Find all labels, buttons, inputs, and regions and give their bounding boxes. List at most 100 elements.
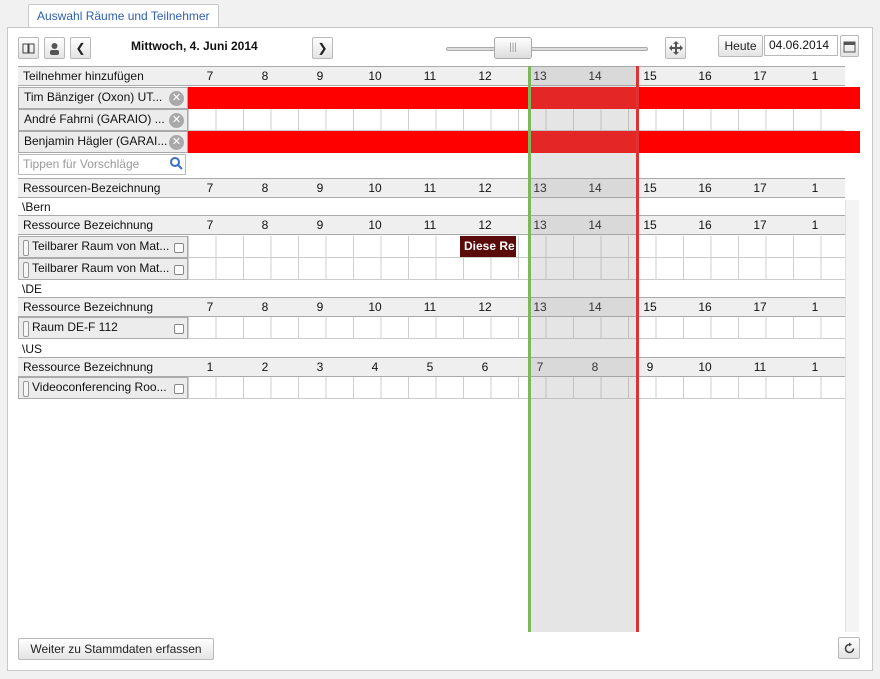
hour-label: 11 <box>753 360 767 374</box>
resource-name[interactable]: Raum DE-F 112 <box>18 317 188 339</box>
resource-checkbox[interactable] <box>174 243 184 253</box>
resources-header: Ressourcen-Bezeichnung 7 8 9 10 11 12 13… <box>18 178 845 198</box>
hour-label: 10 <box>368 181 382 195</box>
chevron-right-icon: ❯ <box>317 41 328 55</box>
group-label-us: \US <box>22 342 43 356</box>
date-title: Mittwoch, 4. Juni 2014 <box>131 39 258 53</box>
hour-label: 6 <box>481 360 489 374</box>
timeline-grid[interactable] <box>188 377 845 399</box>
hour-label: 15 <box>643 300 657 314</box>
refresh-icon[interactable] <box>838 637 860 659</box>
selection-start-line[interactable] <box>528 66 531 632</box>
hour-label: 15 <box>643 181 657 195</box>
participant-name[interactable]: André Fahrni (GARAIO) ... ✕ <box>18 109 188 131</box>
group-header: Ressource Bezeichnung 7 8 9 10 11 12 13 … <box>18 215 845 235</box>
next-step-button[interactable]: Weiter zu Stammdaten erfassen <box>18 638 214 660</box>
hour-label: 1 <box>811 360 819 374</box>
move-icon[interactable] <box>665 37 686 59</box>
drag-handle[interactable] <box>23 321 29 337</box>
time-selection[interactable] <box>529 66 639 632</box>
resource-row: Teilbarer Raum von Mat... <box>18 236 845 258</box>
selection-end-line[interactable] <box>636 66 639 632</box>
participant-row: Tim Bänziger (Oxon) UT... ✕ <box>18 87 860 109</box>
resource-name[interactable]: Videoconferencing Roo... <box>18 377 188 399</box>
tab-rooms-participants[interactable]: Auswahl Räume und Teilnehmer <box>28 4 219 28</box>
calendar-icon[interactable] <box>840 35 859 57</box>
drag-handle[interactable] <box>23 381 29 397</box>
remove-icon[interactable]: ✕ <box>169 91 184 106</box>
hour-label: 9 <box>316 69 324 83</box>
hour-label: 11 <box>423 218 437 232</box>
previous-day-button[interactable]: ❮ <box>70 37 91 59</box>
busy-bar <box>188 131 860 153</box>
resource-header-label: Ressource Bezeichnung <box>23 218 154 232</box>
resource-row: Teilbarer Raum von Mat... <box>18 258 845 280</box>
group-label-bern: \Bern <box>22 200 51 214</box>
participant-search-input[interactable]: Tippen für Vorschläge <box>18 154 186 175</box>
hour-label: 8 <box>261 181 269 195</box>
remove-icon[interactable]: ✕ <box>169 135 184 150</box>
date-input[interactable]: 04.06.2014 <box>764 35 838 56</box>
chevron-left-icon: ❮ <box>75 41 86 55</box>
hour-label: 10 <box>368 300 382 314</box>
hour-label: 7 <box>206 181 214 195</box>
hour-label: 2 <box>261 360 269 374</box>
hour-label: 17 <box>753 69 767 83</box>
hour-scale: 1 2 3 4 5 6 7 8 9 10 11 1 <box>188 358 845 376</box>
slider-thumb[interactable]: ||| <box>494 37 532 59</box>
hour-label: 10 <box>368 218 382 232</box>
zoom-slider[interactable]: ||| <box>440 37 654 59</box>
vertical-scrollbar[interactable] <box>845 200 859 632</box>
resource-name[interactable]: Teilbarer Raum von Mat... <box>18 236 188 258</box>
hour-label: 8 <box>261 69 269 83</box>
hour-label: 9 <box>316 181 324 195</box>
today-button[interactable]: Heute <box>718 35 763 57</box>
participant-row: Benjamin Hägler (GARAI... ✕ <box>18 131 860 153</box>
resource-row: Raum DE-F 112 <box>18 317 845 339</box>
group-label-de: \DE <box>22 282 43 296</box>
hour-label: 8 <box>261 218 269 232</box>
person-icon[interactable] <box>44 37 65 59</box>
book-icon[interactable] <box>18 37 39 59</box>
hour-label: 7 <box>206 300 214 314</box>
group-header: Ressource Bezeichnung 7 8 9 10 11 12 13 … <box>18 297 845 317</box>
participant-row: André Fahrni (GARAIO) ... ✕ <box>18 109 845 131</box>
timeline-grid[interactable] <box>188 109 845 131</box>
drag-handle[interactable] <box>23 240 29 256</box>
hour-label: 15 <box>643 69 657 83</box>
hour-label: 10 <box>698 360 712 374</box>
participant-name[interactable]: Tim Bänziger (Oxon) UT... ✕ <box>18 87 188 109</box>
hour-label: 17 <box>753 181 767 195</box>
resource-row: Videoconferencing Roo... <box>18 377 845 399</box>
hour-scale: 7 8 9 10 11 12 13 14 15 16 17 1 <box>188 298 845 316</box>
hour-label: 16 <box>698 69 712 83</box>
hour-label: 7 <box>206 69 214 83</box>
participants-header: Teilnehmer hinzufügen 7 8 9 10 11 12 13 … <box>18 66 845 86</box>
timeline-grid[interactable] <box>188 317 845 339</box>
search-icon[interactable] <box>170 157 183 173</box>
hour-label: 12 <box>478 181 492 195</box>
timeline-grid[interactable] <box>188 258 845 280</box>
hour-label: 8 <box>261 300 269 314</box>
resource-checkbox[interactable] <box>174 324 184 334</box>
hour-scale: 7 8 9 10 11 12 13 14 15 16 17 1 <box>188 216 845 234</box>
remove-icon[interactable]: ✕ <box>169 113 184 128</box>
next-day-button[interactable]: ❯ <box>312 37 333 59</box>
resource-checkbox[interactable] <box>174 265 184 275</box>
booking-event[interactable]: Diese Re <box>460 236 516 257</box>
hour-label: 16 <box>698 300 712 314</box>
slider-track <box>446 47 648 51</box>
hour-label: 12 <box>478 218 492 232</box>
hour-label: 3 <box>316 360 324 374</box>
resource-header-label: Ressource Bezeichnung <box>23 360 154 374</box>
hour-label: 1 <box>811 300 819 314</box>
hour-label: 1 <box>811 69 819 83</box>
participant-name[interactable]: Benjamin Hägler (GARAI... ✕ <box>18 131 188 153</box>
resource-checkbox[interactable] <box>174 384 184 394</box>
timeline-grid[interactable] <box>188 236 845 258</box>
resource-name[interactable]: Teilbarer Raum von Mat... <box>18 258 188 280</box>
hour-label: 9 <box>316 218 324 232</box>
hour-label: 9 <box>646 360 654 374</box>
drag-handle[interactable] <box>23 262 29 278</box>
hour-label: 5 <box>426 360 434 374</box>
